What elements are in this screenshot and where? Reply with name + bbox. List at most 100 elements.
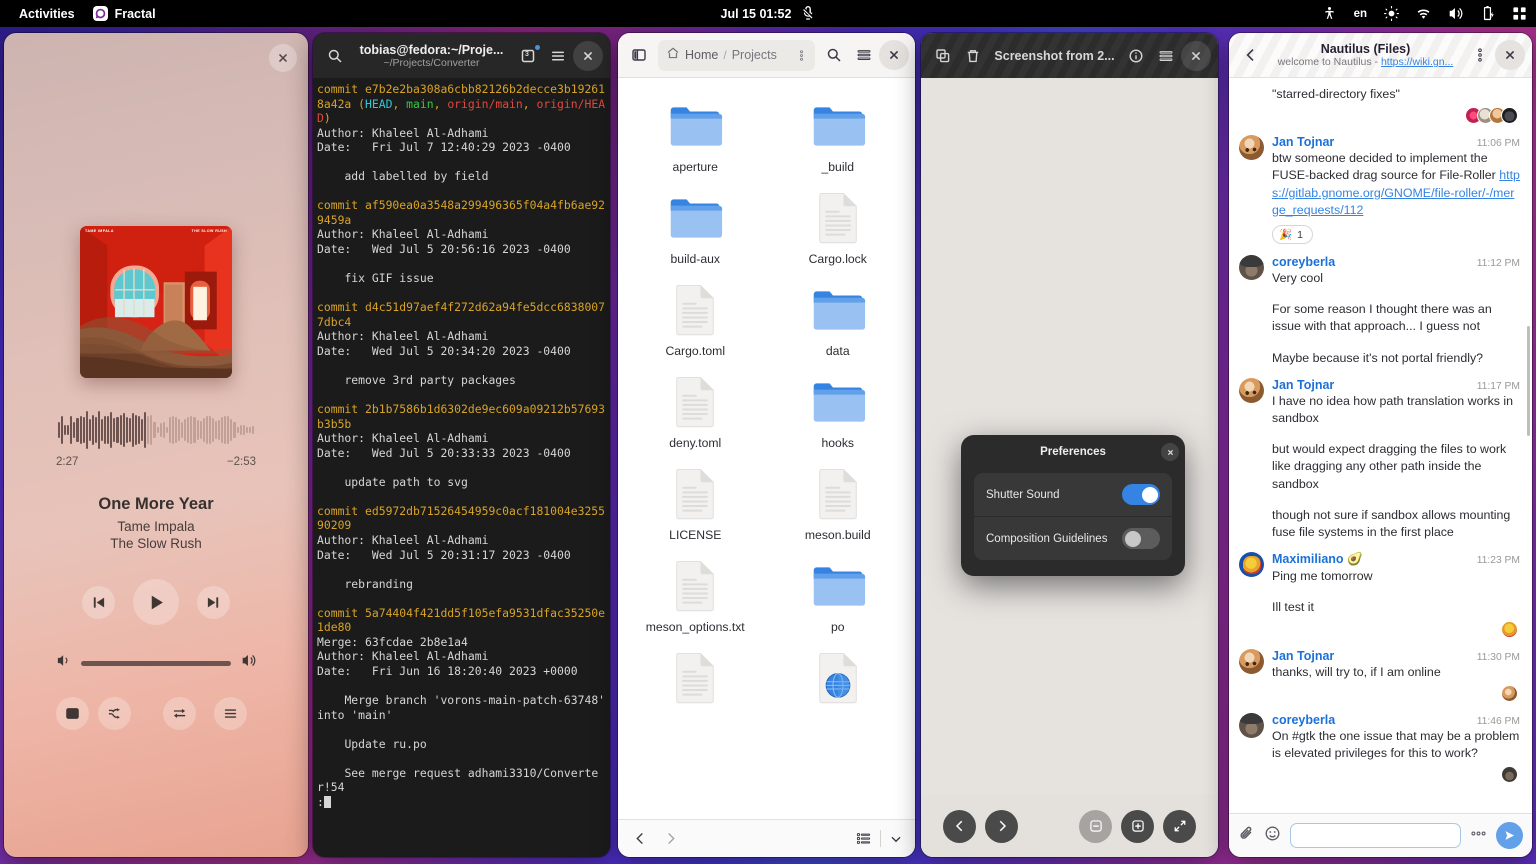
scrollbar[interactable] [1527, 326, 1530, 436]
home-icon[interactable] [666, 46, 680, 65]
breadcrumb-item-home[interactable]: Home [685, 48, 718, 62]
battery-charging-icon[interactable] [1480, 6, 1495, 21]
file-item[interactable]: build-aux [624, 184, 767, 273]
quick-settings-icon[interactable] [1512, 6, 1527, 21]
info-icon[interactable] [1121, 41, 1151, 71]
audio-waveform[interactable] [58, 410, 254, 450]
file-item[interactable]: _build [767, 92, 910, 181]
message-input[interactable] [1290, 823, 1461, 848]
avatar[interactable] [1239, 648, 1264, 674]
message-link[interactable]: https://gitlab.gnome.org/GNOME/file-roll… [1272, 168, 1520, 216]
search-icon[interactable] [320, 41, 350, 71]
chevron-left-icon[interactable] [628, 827, 652, 851]
waveform-bar [110, 411, 113, 449]
file-item[interactable]: meson_options.txt [624, 552, 767, 641]
hamburger-menu-icon[interactable] [1151, 41, 1181, 71]
file-item[interactable]: hooks [767, 368, 910, 457]
chevron-down-icon[interactable] [887, 828, 905, 850]
app-menu-button[interactable]: Fractal [84, 2, 165, 25]
avatar[interactable] [1239, 712, 1264, 738]
vertical-dots-icon[interactable] [1465, 40, 1495, 70]
file-item[interactable] [624, 644, 767, 719]
trash-icon[interactable] [958, 41, 988, 71]
repeat-icon[interactable] [163, 697, 196, 730]
playlist-icon[interactable] [214, 697, 247, 730]
file-item[interactable]: Cargo.toml [624, 276, 767, 365]
volume-icon[interactable] [1448, 6, 1463, 21]
message-sender[interactable]: Jan Tojnar [1272, 135, 1334, 149]
file-name: Cargo.toml [665, 344, 726, 358]
close-icon[interactable] [1181, 40, 1211, 71]
image-canvas[interactable]: Preferences Shutter Sound Composition Gu… [921, 78, 1218, 795]
brightness-icon[interactable] [1384, 6, 1399, 21]
volume-low-icon[interactable] [56, 653, 71, 673]
close-icon[interactable] [879, 40, 909, 70]
avatar[interactable] [1239, 377, 1264, 403]
activities-button[interactable]: Activities [10, 3, 84, 25]
chevron-left-icon[interactable] [1236, 40, 1266, 70]
close-icon[interactable] [1161, 443, 1179, 461]
wifi-icon[interactable] [1416, 6, 1431, 21]
skip-forward-icon[interactable] [197, 585, 230, 619]
file-item[interactable]: LICENSE [624, 460, 767, 549]
clock-area[interactable]: Jul 15 01:52 [721, 6, 816, 21]
tabs-icon[interactable]: 3 [513, 41, 543, 71]
room-topic-link[interactable]: https://wiki.gn... [1381, 56, 1453, 68]
shutter-sound-toggle[interactable] [1122, 484, 1160, 505]
message-sender[interactable]: Maximiliano 🥑 [1272, 552, 1363, 567]
close-icon[interactable] [573, 40, 603, 71]
emoji-icon[interactable] [1264, 825, 1281, 847]
send-icon[interactable] [1496, 822, 1523, 849]
message-sender[interactable]: coreyberla [1272, 713, 1335, 727]
copy-icon[interactable] [928, 41, 958, 71]
fullscreen-icon[interactable] [1163, 809, 1196, 843]
terminal-output[interactable]: commit e7b2e2ba308a6cbb82126b2decce3b192… [313, 78, 610, 857]
preference-row[interactable]: Shutter Sound [974, 473, 1172, 516]
accessibility-icon[interactable] [1322, 6, 1337, 21]
waveform-bar [205, 416, 208, 444]
search-icon[interactable] [819, 40, 849, 70]
ellipsis-icon[interactable] [1470, 825, 1487, 847]
file-item[interactable]: data [767, 276, 910, 365]
close-icon[interactable] [1495, 40, 1525, 70]
file-item[interactable]: po [767, 552, 910, 641]
message-list[interactable]: "starred-directory fixes" Jan Tojnar 11:06… [1229, 78, 1532, 813]
chevron-left-icon[interactable] [943, 809, 976, 843]
shuffle-icon[interactable] [98, 697, 131, 730]
composition-guidelines-toggle[interactable] [1122, 528, 1160, 549]
chevron-right-icon[interactable] [658, 827, 682, 851]
list-view-icon[interactable] [852, 828, 874, 850]
play-icon[interactable] [133, 579, 179, 625]
close-icon[interactable] [269, 44, 297, 72]
hamburger-menu-icon[interactable] [543, 41, 573, 71]
file-grid[interactable]: aperture _build build-aux Cargo.lock Car… [618, 78, 915, 819]
file-item[interactable] [767, 644, 910, 719]
avatar[interactable] [1239, 552, 1264, 578]
preference-row[interactable]: Composition Guidelines [974, 516, 1172, 560]
file-item[interactable]: deny.toml [624, 368, 767, 457]
message-sender[interactable]: coreyberla [1272, 255, 1335, 269]
volume-slider[interactable] [81, 660, 231, 666]
breadcrumb-item-projects[interactable]: Projects [732, 48, 777, 62]
sidebar-toggle-icon[interactable] [624, 40, 654, 70]
message-sender[interactable]: Jan Tojnar [1272, 649, 1334, 663]
message-sender[interactable]: Jan Tojnar [1272, 378, 1334, 392]
avatar[interactable] [1239, 135, 1264, 161]
chevron-right-icon[interactable] [985, 809, 1018, 843]
skip-backward-icon[interactable] [82, 585, 115, 619]
sidebar-toggle-icon[interactable] [56, 697, 89, 730]
keyboard-layout-indicator[interactable]: en [1354, 8, 1367, 20]
reaction-pill[interactable]: 🎉 1 [1272, 225, 1313, 245]
file-item[interactable]: meson.build [767, 460, 910, 549]
hamburger-menu-icon[interactable] [849, 40, 879, 70]
zoom-in-icon[interactable] [1121, 809, 1154, 843]
waveform-bar [70, 415, 73, 445]
avatar[interactable] [1239, 255, 1264, 281]
breadcrumb[interactable]: Home / Projects [658, 39, 815, 71]
zoom-out-icon[interactable] [1079, 809, 1112, 843]
paperclip-icon[interactable] [1238, 825, 1255, 847]
volume-high-icon[interactable] [241, 653, 256, 673]
vertical-dots-icon[interactable] [791, 49, 811, 62]
file-item[interactable]: aperture [624, 92, 767, 181]
file-item[interactable]: Cargo.lock [767, 184, 910, 273]
